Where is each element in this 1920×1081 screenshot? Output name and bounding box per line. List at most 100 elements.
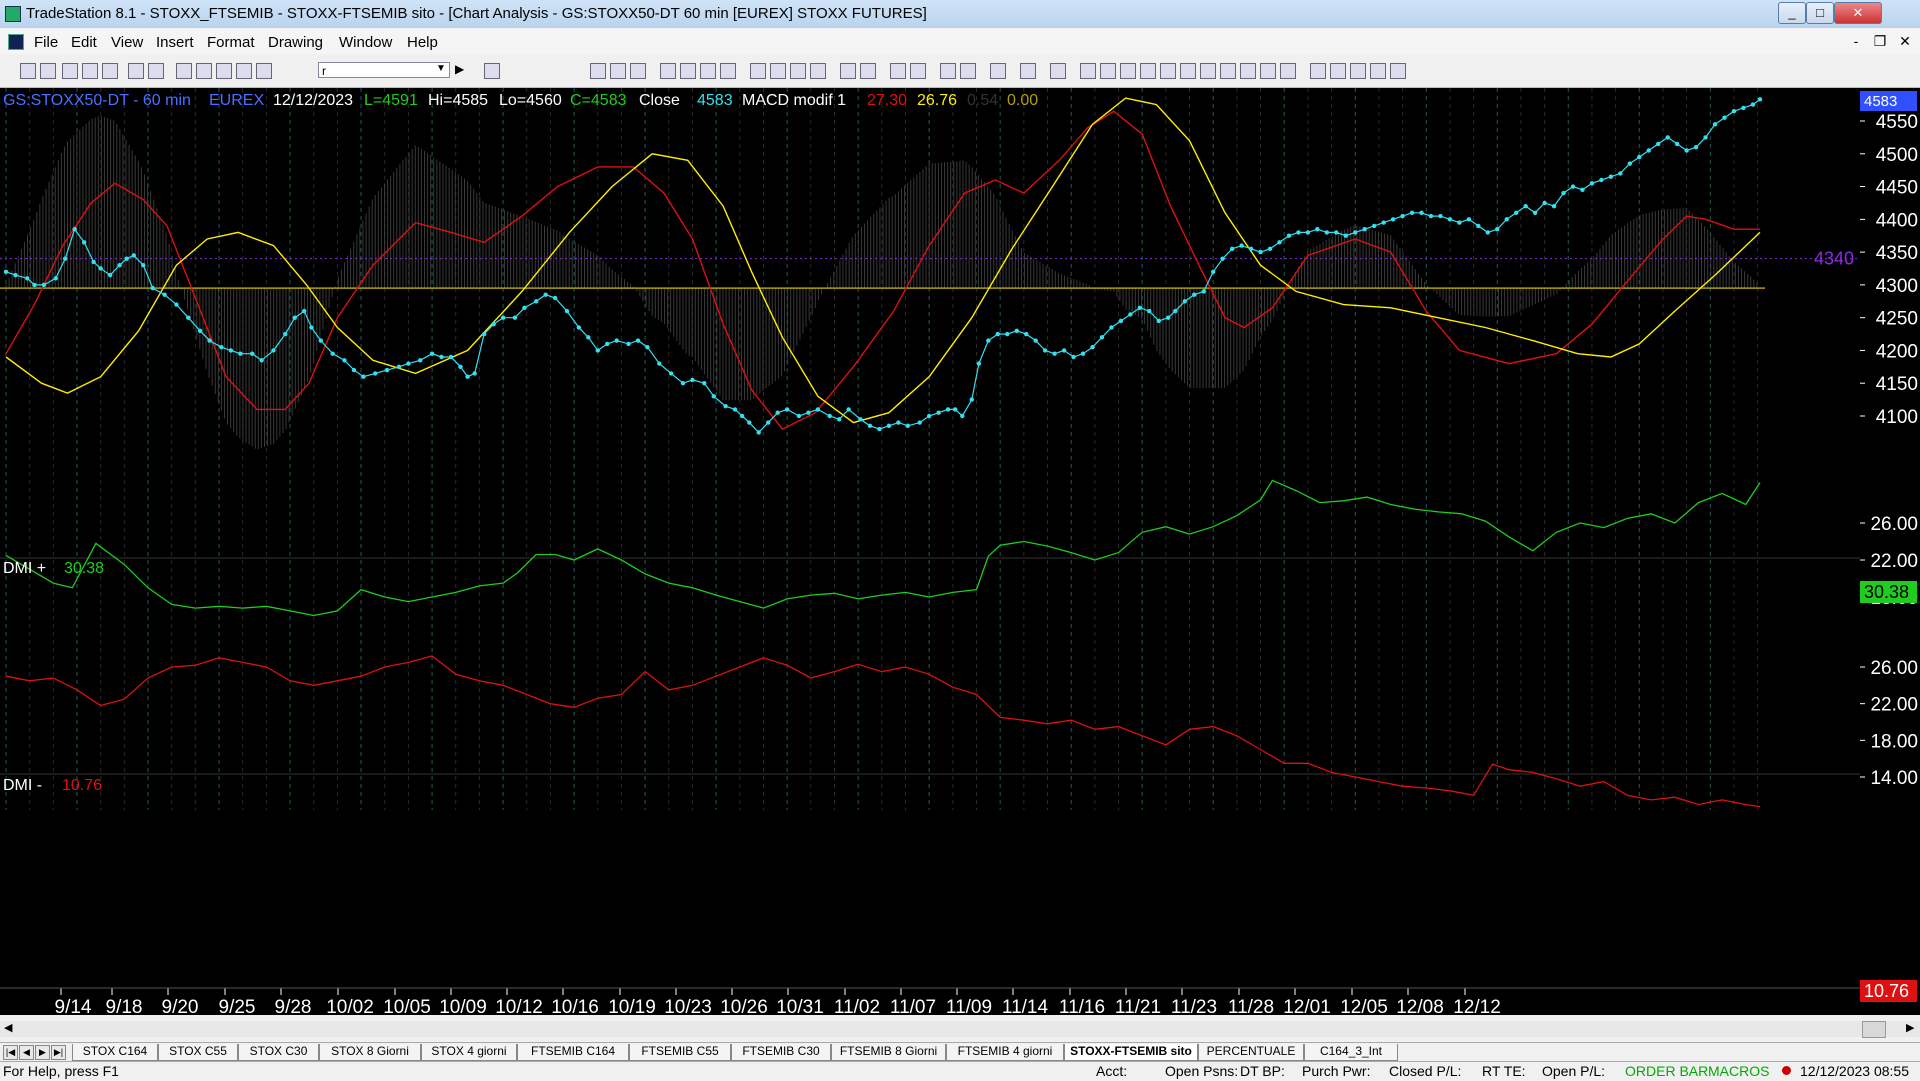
tab-stox-8-giorni[interactable]: STOX 8 Giorni — [319, 1044, 421, 1061]
options-icon[interactable] — [1050, 63, 1066, 79]
print-icon[interactable] — [128, 63, 144, 79]
tab-first-icon[interactable]: |◀ — [3, 1045, 18, 1060]
tab-next-icon[interactable]: ▶ — [35, 1045, 50, 1060]
order-bar-button[interactable]: ORDER BAR — [1625, 1063, 1708, 1079]
fibonacci-icon[interactable] — [1140, 63, 1156, 79]
compress-icon[interactable] — [860, 63, 876, 79]
go-arrow-icon[interactable]: ▶ — [455, 62, 464, 76]
menu-drawing[interactable]: Drawing — [268, 34, 323, 51]
horizontal-lines-icon[interactable] — [1120, 63, 1136, 79]
combo-arrow-icon[interactable]: ▼ — [436, 63, 446, 74]
arrow-down-icon[interactable] — [1310, 63, 1326, 79]
indicator-icon[interactable] — [660, 63, 676, 79]
open-workspace-icon[interactable] — [62, 63, 78, 79]
bar-chart-icon[interactable] — [630, 63, 646, 79]
paint-icon[interactable] — [236, 63, 252, 79]
order-icon[interactable] — [1020, 63, 1036, 79]
tab-prev-icon[interactable]: ◀ — [19, 1045, 34, 1060]
analysis-icon[interactable] — [700, 63, 716, 79]
andrews-pitchfork-icon[interactable] — [1180, 63, 1196, 79]
copy-icon[interactable] — [196, 63, 212, 79]
text-tool-icon[interactable] — [1390, 63, 1406, 79]
date-tick-label: 9/25 — [219, 997, 256, 1015]
vertical-lines-icon[interactable] — [1100, 63, 1116, 79]
status-purch-pwr: Purch Pwr: — [1302, 1063, 1371, 1079]
price-point — [775, 410, 780, 415]
circle-icon[interactable] — [1350, 63, 1366, 79]
rectangle-icon[interactable] — [1370, 63, 1386, 79]
macros-button[interactable]: MACROS — [1708, 1063, 1769, 1079]
maximize-button[interactable]: □ — [1806, 2, 1834, 24]
save-all-icon[interactable] — [102, 63, 118, 79]
tools-icon[interactable] — [990, 63, 1006, 79]
new-icon[interactable] — [20, 63, 36, 79]
scanner-icon[interactable] — [750, 63, 766, 79]
price-point — [41, 282, 47, 288]
tab-ftsemib-c164[interactable]: FTSEMIB C164 — [517, 1044, 629, 1061]
speedline-icon[interactable] — [1160, 63, 1176, 79]
symbol-input[interactable]: r — [318, 62, 450, 78]
dmi-minus-tick-label: 18.00 — [1870, 731, 1918, 752]
close-button[interactable]: ✕ — [1834, 2, 1882, 24]
tab-stox-c164[interactable]: STOX C164 — [72, 1044, 158, 1061]
menu-bar: File Edit View Insert Format Drawing Win… — [0, 29, 1920, 54]
menu-format[interactable]: Format — [207, 34, 255, 51]
scroll-right-icon[interactable]: ▶ — [1906, 1021, 1914, 1034]
print-preview-icon[interactable] — [148, 63, 164, 79]
data-window-icon[interactable] — [790, 63, 806, 79]
price-point — [1305, 230, 1311, 235]
trendline-icon[interactable] — [1080, 63, 1096, 79]
expand-icon[interactable] — [840, 63, 856, 79]
zoom-out-icon[interactable] — [910, 63, 926, 79]
tab-stoxx-ftsemib-sito[interactable]: STOXX-FTSEMIB sito — [1064, 1044, 1198, 1061]
open-icon[interactable] — [40, 63, 56, 79]
price-point — [1731, 108, 1737, 114]
tab-ftsemib-c30[interactable]: FTSEMIB C30 — [731, 1044, 831, 1061]
tab-c164-3-int[interactable]: C164_3_Int — [1304, 1044, 1398, 1061]
pen-icon[interactable] — [1280, 63, 1296, 79]
menu-edit[interactable]: Edit — [71, 34, 97, 51]
tab-last-icon[interactable]: ▶| — [51, 1045, 66, 1060]
strategy-icon[interactable] — [680, 63, 696, 79]
menu-file[interactable]: File — [34, 34, 58, 51]
scrollbar-thumb[interactable] — [1862, 1021, 1886, 1038]
trade-icon[interactable] — [960, 63, 976, 79]
mdi-restore-button[interactable]: ❐ — [1870, 33, 1890, 50]
tab-ftsemib-8-giorni[interactable]: FTSEMIB 8 Giorni — [831, 1044, 946, 1061]
tab-ftsemib-c55[interactable]: FTSEMIB C55 — [629, 1044, 731, 1061]
globe-icon[interactable] — [256, 63, 272, 79]
save-icon[interactable] — [82, 63, 98, 79]
chart-area[interactable]: 4550 4500 4450 4400 4350 4300 4250 4200 4150 4100… — [0, 88, 1920, 1015]
tab-percentuale[interactable]: PERCENTUALE — [1198, 1044, 1304, 1061]
tab-stox-c55[interactable]: STOX C55 — [158, 1044, 238, 1061]
gann-fan-icon[interactable] — [1200, 63, 1216, 79]
menu-help[interactable]: Help — [407, 34, 438, 51]
scrollbar-track[interactable] — [0, 1021, 1920, 1037]
symbol-search-icon[interactable] — [484, 63, 500, 79]
arrow-up-icon[interactable] — [1330, 63, 1346, 79]
tab-stox-c30[interactable]: STOX C30 — [238, 1044, 319, 1061]
channel-icon[interactable] — [1220, 63, 1236, 79]
format-icon[interactable] — [720, 63, 736, 79]
lock-icon[interactable] — [216, 63, 232, 79]
cut-icon[interactable] — [176, 63, 192, 79]
arc-icon[interactable] — [1260, 63, 1276, 79]
chart-window-icon[interactable] — [8, 34, 24, 50]
price-point — [302, 308, 307, 314]
radar-icon[interactable] — [770, 63, 786, 79]
time-sales-icon[interactable] — [810, 63, 826, 79]
minimize-button[interactable]: _ — [1778, 2, 1806, 24]
mdi-close-button[interactable]: ✕ — [1895, 33, 1915, 50]
mdi-minimize-button[interactable]: - — [1846, 33, 1866, 49]
chart-layout-icon[interactable] — [590, 63, 606, 79]
pointer-icon[interactable] — [940, 63, 956, 79]
chart-window-icon-2[interactable] — [610, 63, 626, 79]
regression-icon[interactable] — [1240, 63, 1256, 79]
menu-view[interactable]: View — [111, 34, 143, 51]
scroll-left-icon[interactable]: ◀ — [4, 1021, 12, 1034]
menu-window[interactable]: Window — [339, 34, 392, 51]
tab-stox-4-giorni[interactable]: STOX 4 giorni — [421, 1044, 517, 1061]
zoom-in-icon[interactable] — [890, 63, 906, 79]
tab-ftsemib-4-giorni[interactable]: FTSEMIB 4 giorni — [946, 1044, 1064, 1061]
menu-insert[interactable]: Insert — [156, 34, 194, 51]
